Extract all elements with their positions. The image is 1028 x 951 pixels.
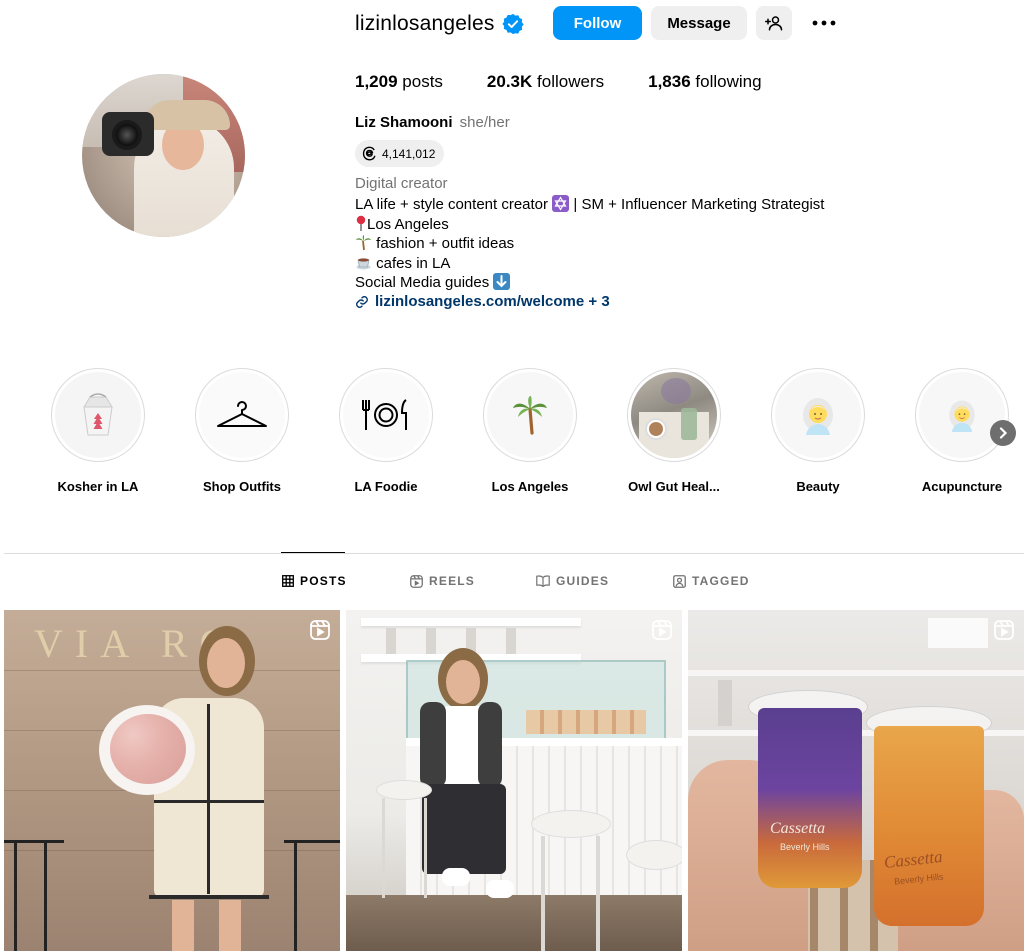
woman-icon <box>949 400 975 432</box>
highlight-los-angeles[interactable]: Los Angeles <box>470 368 590 494</box>
highlight-kosher-in-la[interactable]: Kosher in LA <box>38 368 158 494</box>
guides-icon <box>536 575 550 587</box>
round-pushpin-icon <box>355 215 367 233</box>
threads-badge[interactable]: 4,141,012 <box>355 140 445 167</box>
tab-tagged-label: TAGGED <box>692 574 750 588</box>
down-arrow-icon <box>493 273 511 291</box>
followers-label: followers <box>537 72 605 91</box>
profile-stats: 1,209 posts 20.3K followers 1,836 follow… <box>355 72 806 92</box>
hanger-icon <box>217 401 267 427</box>
story-highlights: Kosher in LA Shop Outfits LA Foodie Los … <box>0 368 1028 498</box>
following-number: 1,836 <box>648 72 691 91</box>
posts-count: 1,209 posts <box>355 72 443 92</box>
threads-count: 4,141,012 <box>382 146 436 161</box>
threads-icon <box>362 146 376 161</box>
tab-posts[interactable]: POSTS <box>282 574 347 588</box>
woman-icon <box>803 398 833 435</box>
bio: LA life + style content creator | SM + I… <box>355 195 824 293</box>
bio-line-2: Los Angeles <box>355 215 824 235</box>
highlight-owl-gut-heal[interactable]: Owl Gut Heal... <box>614 368 734 494</box>
tab-reels[interactable]: REELS <box>410 574 475 588</box>
grid-icon <box>282 575 294 587</box>
bio-link-text: lizinlosangeles.com/welcome + 3 <box>375 293 610 310</box>
cup-brand-text: Cassetta <box>770 820 826 837</box>
suggest-user-button[interactable] <box>756 6 792 40</box>
profile-avatar[interactable] <box>82 74 245 237</box>
cup-subtext: Beverly Hills <box>780 842 830 852</box>
reel-icon <box>652 620 672 640</box>
chevron-right-icon <box>999 427 1008 439</box>
post-2[interactable] <box>346 610 682 951</box>
highlight-label: Los Angeles <box>491 479 569 494</box>
highlight-label: Kosher in LA <box>57 479 139 494</box>
reel-icon <box>994 620 1014 640</box>
profile-category: Digital creator <box>355 175 448 192</box>
name-row: Liz Shamooni she/her <box>355 114 510 131</box>
follow-button[interactable]: Follow <box>553 6 642 40</box>
username-row: lizinlosangeles <box>355 8 524 40</box>
reels-icon <box>410 574 423 588</box>
tab-posts-label: POSTS <box>300 574 347 588</box>
bio-line-5-text: Social Media guides <box>355 274 490 292</box>
highlight-label: Owl Gut Heal... <box>628 479 720 494</box>
bio-line-5: Social Media guides <box>355 273 824 293</box>
following-label: following <box>695 72 762 91</box>
bio-line-1: LA life + style content creator | SM + I… <box>355 195 824 215</box>
bio-line-1-text: LA life + style content creator <box>355 196 549 213</box>
bio-line-3: fashion + outfit ideas <box>355 234 824 254</box>
followers-link[interactable]: 20.3K followers <box>487 72 604 92</box>
full-name: Liz Shamooni <box>355 114 453 131</box>
reel-icon <box>310 620 330 640</box>
bio-line-4: cafes in LA <box>355 254 824 274</box>
tagged-user-icon <box>673 574 686 588</box>
highlight-label: Acupuncture <box>921 479 1003 494</box>
bio-line-3-text: fashion + outfit ideas <box>376 235 515 253</box>
more-options-button[interactable] <box>810 13 838 33</box>
tab-guides[interactable]: GUIDES <box>536 574 609 588</box>
more-horizontal-icon <box>812 20 836 26</box>
following-link[interactable]: 1,836 following <box>648 72 761 92</box>
followers-number: 20.3K <box>486 72 533 91</box>
posts-number: 1,209 <box>355 72 398 91</box>
post-3[interactable]: Cassetta Beverly Hills Cassetta Beverly … <box>688 610 1024 951</box>
verified-badge-icon <box>501 13 524 35</box>
highlight-la-foodie[interactable]: LA Foodie <box>326 368 446 494</box>
username: lizinlosangeles <box>355 12 495 35</box>
star-of-david-icon <box>552 195 570 212</box>
active-tab-indicator <box>281 552 345 553</box>
highlight-label: LA Foodie <box>354 479 418 494</box>
tab-tagged[interactable]: TAGGED <box>673 574 750 588</box>
plate-utensils-icon <box>362 399 407 430</box>
bio-line-1-suffix: | SM + Influencer Marketing Strategist <box>573 196 825 213</box>
bio-line-4-text: cafes in LA <box>376 254 451 272</box>
highlight-label: Beauty <box>796 479 840 494</box>
pronouns: she/her <box>459 114 510 131</box>
tab-reels-label: REELS <box>429 574 476 588</box>
message-button[interactable]: Message <box>651 6 747 40</box>
highlight-shop-outfits[interactable]: Shop Outfits <box>182 368 302 494</box>
post-1[interactable]: VIA RO <box>4 610 340 951</box>
highlight-beauty[interactable]: Beauty <box>758 368 878 494</box>
cafe-photo <box>631 372 717 458</box>
highlight-label: Shop Outfits <box>203 479 281 494</box>
coffee-cup-icon <box>355 255 372 272</box>
posts-label: posts <box>402 72 443 91</box>
highlights-next-button[interactable] <box>990 420 1016 446</box>
tabs-divider <box>4 553 1024 554</box>
add-user-icon <box>765 16 783 31</box>
tab-guides-label: GUIDES <box>556 574 610 588</box>
takeout-box-icon <box>83 393 113 436</box>
palm-tree-icon <box>355 235 372 252</box>
link-icon <box>356 295 368 308</box>
bio-link[interactable]: lizinlosangeles.com/welcome + 3 <box>355 293 610 310</box>
palm-tree-icon <box>513 396 547 435</box>
bio-line-2-text: Los Angeles <box>367 215 449 233</box>
